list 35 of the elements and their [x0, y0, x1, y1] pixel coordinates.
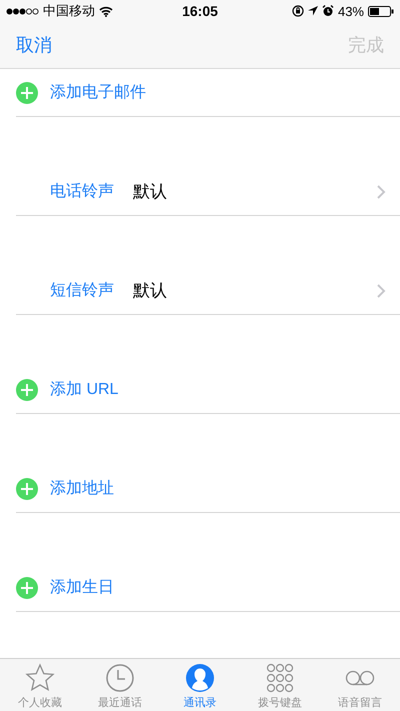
rotation-lock-icon	[292, 5, 304, 17]
clock-icon	[105, 663, 135, 693]
chevron-icon	[377, 184, 386, 198]
add-icon[interactable]	[16, 478, 38, 500]
row-value: 默认	[133, 181, 168, 203]
row-label: 电话铃声	[50, 182, 115, 202]
tab[interactable]: 个人收藏	[0, 659, 80, 711]
row-value: 默认	[133, 280, 168, 302]
add-field-link[interactable]: 添加地址	[50, 478, 114, 499]
add-icon[interactable]	[16, 576, 38, 598]
alarm-icon	[322, 5, 334, 17]
cancel-button[interactable]: 取消	[16, 33, 52, 57]
battery-percent: 43%	[338, 4, 364, 18]
add-icon[interactable]	[16, 378, 38, 400]
tab[interactable]: 通讯录	[160, 659, 240, 711]
tab[interactable]: 语音留言	[320, 659, 400, 711]
clock-time: 16:05	[182, 3, 218, 19]
star-icon	[25, 663, 55, 693]
wifi-icon	[99, 6, 113, 16]
add-field-link[interactable]: 添加 URL	[50, 379, 118, 400]
chevron-icon	[377, 284, 386, 298]
settings-row[interactable]: 短信铃声 默认	[16, 267, 400, 315]
person-icon	[185, 663, 215, 693]
settings-row[interactable]: 电话铃声 默认	[16, 168, 400, 216]
tab[interactable]: 最近通话	[80, 659, 160, 711]
carrier-name: 中国移动	[43, 2, 95, 20]
location-arrow-icon	[308, 6, 318, 16]
row-label: 短信铃声	[50, 280, 115, 301]
add-field-link[interactable]: 添加电子邮件	[50, 82, 146, 103]
keypad-icon	[265, 663, 295, 693]
tab[interactable]: 拨号键盘	[240, 659, 320, 711]
add-icon[interactable]	[16, 82, 38, 104]
add-field-link[interactable]: 添加生日	[50, 577, 114, 598]
signal-icon	[6, 8, 39, 14]
battery-icon	[368, 6, 394, 16]
